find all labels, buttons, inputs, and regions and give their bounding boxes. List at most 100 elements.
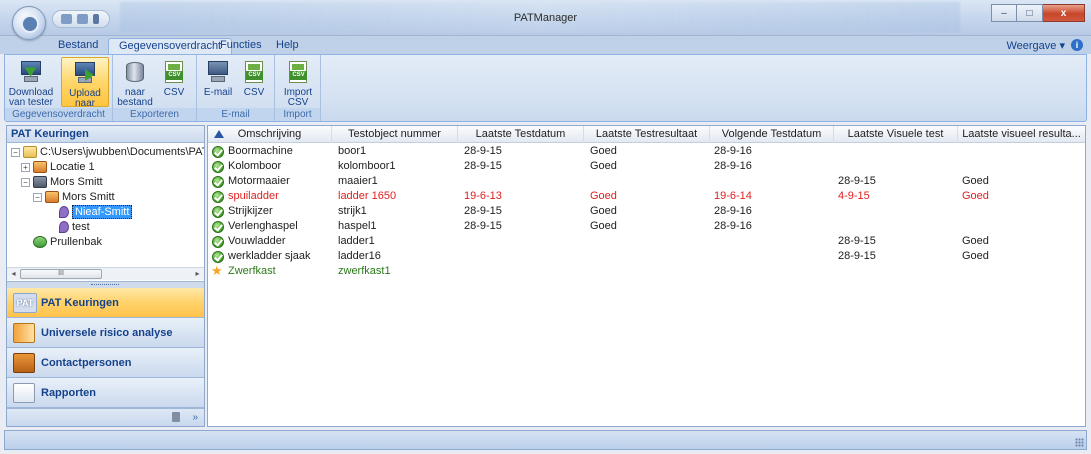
column-header-laatste-testresultaat[interactable]: Laatste Testresultaat xyxy=(584,126,710,143)
minimize-button[interactable]: – xyxy=(991,4,1017,22)
cell-next-date xyxy=(714,234,834,249)
cell-desc: spuiladder xyxy=(228,190,279,202)
import-label-2: CSV xyxy=(287,97,309,108)
table-row[interactable]: Verlenghaspel haspel1 28-9-15 Goed 28-9-16 xyxy=(208,219,1085,234)
cell-visual-date: 28-9-15 xyxy=(838,235,876,247)
tree-node-root[interactable]: − C:\Users\jwubben\Documents\PATMa xyxy=(11,145,204,159)
export-to-file-button[interactable]: naar bestand xyxy=(117,57,153,108)
table-row[interactable]: Strijkijzer strijk1 28-9-15 Goed 28-9-16 xyxy=(208,204,1085,219)
cell-result xyxy=(590,249,710,264)
group-email: E-mail CSV CSV E-mail xyxy=(197,55,275,121)
scroll-right-icon[interactable]: ▸ xyxy=(192,269,203,279)
group-caption-import: Import xyxy=(275,108,320,121)
tree-node-test[interactable]: test xyxy=(59,220,90,234)
group-exporteren: naar bestand CSV CSV Exporteren xyxy=(113,55,197,121)
tab-help[interactable]: Help xyxy=(266,38,309,54)
tree-node-label: Mors Smitt xyxy=(62,191,115,203)
tab-bestand[interactable]: Bestand xyxy=(48,38,108,54)
application-menu-button[interactable] xyxy=(12,6,46,40)
nav-contactpersonen[interactable]: Contactpersonen xyxy=(7,348,204,378)
table-row[interactable]: Motormaaier maaier1 28-9-15 Goed xyxy=(208,174,1085,189)
resize-grip-icon[interactable] xyxy=(1075,438,1084,447)
column-header-omschrijving[interactable]: Omschrijving xyxy=(208,126,332,143)
group-caption-exporteren: Exporteren xyxy=(113,108,196,121)
title-bar: PATManager – □ x xyxy=(0,0,1091,36)
tree-node-mors-smitt-company[interactable]: − Mors Smitt xyxy=(21,175,103,189)
tree-node-prullenbak[interactable]: Prullenbak xyxy=(33,235,102,249)
window-title: PATManager xyxy=(513,12,578,24)
app-logo-icon xyxy=(21,15,39,33)
table-row[interactable]: ★ Zwerfkast zwerfkast1 xyxy=(208,264,1085,279)
column-header-laatste-visuele-test[interactable]: Laatste Visuele test xyxy=(834,126,958,143)
cell-result: Goed xyxy=(590,160,617,172)
table-row[interactable]: Vouwladder ladder1 28-9-15 Goed xyxy=(208,234,1085,249)
csv-icon: CSV xyxy=(161,59,187,85)
cell-desc: Zwerfkast xyxy=(228,265,276,277)
cell-nr: ladder1 xyxy=(338,235,375,247)
cell-next-date xyxy=(714,264,834,279)
scroll-left-icon[interactable]: ◂ xyxy=(8,269,19,279)
nav-label: PAT Keuringen xyxy=(41,297,119,309)
collapse-icon[interactable]: − xyxy=(21,177,30,187)
tab-functies[interactable]: Functies xyxy=(210,38,272,54)
nav-label: Rapporten xyxy=(41,387,96,399)
nav-rapporten[interactable]: Rapporten xyxy=(7,378,204,408)
tree-node-mors-smitt-location[interactable]: − Mors Smitt xyxy=(33,190,115,204)
cell-visual-result xyxy=(962,264,1082,279)
email-pc-icon xyxy=(205,59,231,85)
star-icon: ★ xyxy=(211,263,223,278)
help-icon[interactable]: i xyxy=(1071,39,1083,51)
export-csv-button[interactable]: CSV CSV xyxy=(157,57,191,107)
cell-nr: ladder16 xyxy=(338,250,381,262)
group-caption-gegevensoverdracht: Gegevensoverdracht xyxy=(5,108,112,121)
view-menu[interactable]: Weergave ▾ xyxy=(1006,39,1065,52)
csv-icon: CSV xyxy=(241,59,267,85)
scrollbar-thumb[interactable]: III xyxy=(20,269,102,279)
download-from-tester-button[interactable]: Download van tester xyxy=(7,57,55,108)
location-tree[interactable]: − C:\Users\jwubben\Documents\PATMa + Locat… xyxy=(7,143,204,267)
expand-icon[interactable]: + xyxy=(21,162,30,172)
check-icon xyxy=(212,146,224,158)
email-csv-button[interactable]: CSV CSV xyxy=(237,57,271,107)
pane-header: PAT Keuringen xyxy=(7,126,204,143)
more-buttons-chevron-icon[interactable]: » xyxy=(192,412,198,423)
table-row[interactable]: Boormachine boor1 28-9-15 Goed 28-9-16 xyxy=(208,144,1085,159)
view-menu-label: Weergave xyxy=(1006,40,1057,52)
tree-node-label: Mors Smitt xyxy=(50,176,103,188)
check-icon xyxy=(212,236,224,248)
collapse-icon[interactable]: − xyxy=(33,192,42,202)
cell-result: Goed xyxy=(590,220,617,232)
tree-horizontal-scrollbar[interactable]: ◂ III ▸ xyxy=(7,267,204,280)
cell-last-date xyxy=(464,249,584,264)
nav-pat-keuringen[interactable]: PAT PAT Keuringen xyxy=(7,288,204,318)
close-button[interactable]: x xyxy=(1043,4,1085,22)
nav-label: Universele risico analyse xyxy=(41,327,173,339)
pat-icon: PAT xyxy=(13,293,37,313)
check-icon xyxy=(212,221,224,233)
column-header-volgende-testdatum[interactable]: Volgende Testdatum xyxy=(710,126,834,143)
nav-universele-risico-analyse[interactable]: Universele risico analyse xyxy=(7,318,204,348)
cell-last-date: 28-9-15 xyxy=(464,205,502,217)
email-button[interactable]: E-mail xyxy=(201,57,235,107)
risk-analysis-icon xyxy=(13,323,35,343)
tree-node-locatie-1[interactable]: + Locatie 1 xyxy=(21,160,95,174)
pane-splitter[interactable] xyxy=(7,281,204,288)
cell-visual-date: 4-9-15 xyxy=(838,190,870,202)
disk-icon xyxy=(122,59,148,85)
cell-next-date: 19-6-14 xyxy=(714,190,752,202)
table-row[interactable]: werkladder sjaak ladder16 28-9-15 Goed xyxy=(208,249,1085,264)
configure-buttons-icon[interactable] xyxy=(172,412,180,422)
column-header-laatste-testdatum[interactable]: Laatste Testdatum xyxy=(458,126,584,143)
cell-nr: haspel1 xyxy=(338,220,377,232)
column-header-testobject-nummer[interactable]: Testobject nummer xyxy=(332,126,458,143)
csv-icon: CSV xyxy=(285,59,311,85)
table-row[interactable]: Kolomboor kolomboor1 28-9-15 Goed 28-9-16 xyxy=(208,159,1085,174)
import-csv-button[interactable]: CSV Import CSV xyxy=(279,57,317,108)
table-row[interactable]: spuiladder ladder 1650 19-6-13 Goed 19-6-14 4… xyxy=(208,189,1085,204)
tree-node-nieaf-smitt[interactable]: Nieaf-Smitt xyxy=(59,205,133,219)
upload-to-tester-button[interactable]: Upload naar tester xyxy=(61,57,109,119)
collapse-icon[interactable]: − xyxy=(11,147,20,157)
maximize-button[interactable]: □ xyxy=(1017,4,1043,22)
column-header-laatste-visueel-resultaat[interactable]: Laatste visueel resulta... xyxy=(958,126,1085,143)
cell-nr: kolomboor1 xyxy=(338,160,396,172)
